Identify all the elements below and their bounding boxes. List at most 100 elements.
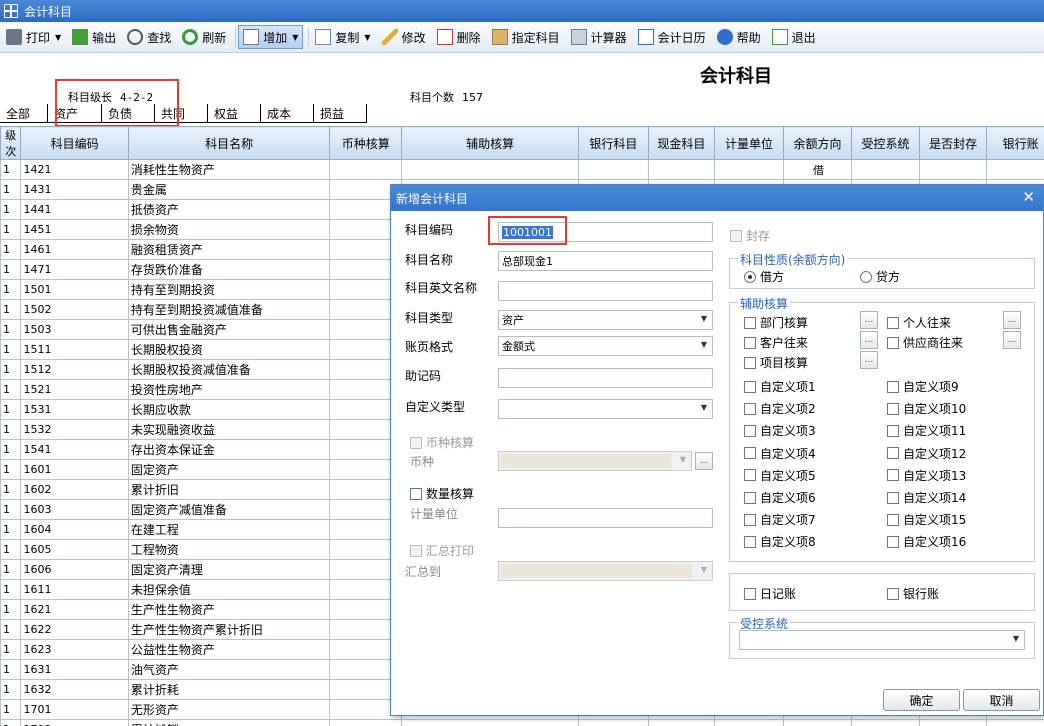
aux-custom-2[interactable]: 自定义项2 bbox=[744, 400, 816, 417]
aux-custom-6[interactable]: 自定义项6 bbox=[744, 489, 816, 506]
toolbar-refresh-button[interactable]: 刷新 bbox=[178, 25, 230, 49]
tab-2[interactable]: 负债 bbox=[102, 104, 155, 123]
type-select[interactable]: 资产 ▼ bbox=[498, 310, 713, 330]
currency-browse-button[interactable]: ... bbox=[695, 452, 713, 470]
mnemonic-field[interactable] bbox=[498, 368, 713, 388]
toolbar-copy-button[interactable]: 复制 ▼ bbox=[311, 25, 374, 49]
toolbar-label: 打印 bbox=[26, 30, 51, 45]
controlled-select[interactable]: ▼ bbox=[739, 630, 1025, 650]
sealed-checkbox[interactable]: 封存 bbox=[730, 227, 770, 244]
aux-custom-16[interactable]: 自定义项16 bbox=[887, 533, 966, 550]
cell-code: 1601 bbox=[20, 459, 129, 480]
toolbar-search-button[interactable]: 查找 bbox=[123, 25, 175, 49]
close-icon[interactable]: ✕ bbox=[1022, 188, 1035, 206]
format-select[interactable]: 金额式 ▼ bbox=[498, 336, 713, 356]
aux-custom-9[interactable]: 自定义项9 bbox=[887, 378, 959, 395]
cell-empty bbox=[986, 159, 1044, 180]
aux-left-top-1[interactable]: 客户往来 bbox=[744, 334, 808, 351]
tab-0[interactable]: 全部 bbox=[0, 104, 48, 123]
chevron-down-icon: ▼ bbox=[700, 314, 707, 323]
aux-left-top-0-browse-button[interactable]: ... bbox=[860, 311, 878, 329]
chevron-down-icon[interactable]: ▼ bbox=[292, 33, 298, 42]
export-icon bbox=[72, 29, 89, 45]
name-field[interactable]: 总部现金1 bbox=[498, 251, 713, 271]
currency-select[interactable]: ▼ bbox=[498, 451, 692, 471]
aux-custom-14[interactable]: 自定义项14 bbox=[887, 489, 966, 506]
quantity-checkbox[interactable]: 数量核算 bbox=[410, 485, 474, 502]
aux-custom-3[interactable]: 自定义项3 bbox=[744, 422, 816, 439]
tab-1[interactable]: 资产 bbox=[48, 104, 102, 123]
unit-field[interactable] bbox=[498, 508, 713, 528]
cell-level: 1 bbox=[0, 299, 22, 320]
cell-name: 公益性生物资产 bbox=[127, 639, 331, 660]
tab-5[interactable]: 成本 bbox=[261, 104, 314, 123]
toolbar-calculator-button[interactable]: 计算器 bbox=[567, 25, 631, 49]
checkbox-box bbox=[744, 491, 756, 504]
table-row[interactable]: 1 1421 消耗性生物资产 借 bbox=[0, 159, 1044, 180]
aux-left-top-2-browse-button[interactable]: ... bbox=[860, 351, 878, 369]
checkbox-box bbox=[744, 469, 756, 482]
toolbar-help-button[interactable]: 帮助 bbox=[713, 25, 765, 49]
subject-count: 科目个数 157 bbox=[410, 89, 483, 105]
aux-right-top-1[interactable]: 供应商往来 bbox=[887, 334, 963, 351]
chevron-down-icon[interactable]: ▼ bbox=[364, 33, 370, 42]
aux-custom-15[interactable]: 自定义项15 bbox=[887, 511, 966, 528]
toolbar-add-button[interactable]: 增加 ▼ bbox=[238, 25, 304, 49]
tab-4[interactable]: 权益 bbox=[208, 104, 261, 123]
summary-to-select[interactable]: ▼ bbox=[498, 561, 713, 581]
tab-6[interactable]: 损益 bbox=[314, 104, 367, 123]
custom-type-select[interactable]: ▼ bbox=[498, 399, 713, 419]
cell-name: 生产性生物资产 bbox=[127, 599, 331, 620]
cell-name: 贵金属 bbox=[127, 179, 331, 200]
toolbar-printer-button[interactable]: 打印 ▼ bbox=[2, 25, 65, 49]
summary-print-checkbox[interactable]: 汇总打印 bbox=[410, 542, 474, 559]
toolbar-label: 复制 bbox=[335, 30, 360, 45]
aux-custom-10[interactable]: 自定义项10 bbox=[887, 400, 966, 417]
checkbox-box bbox=[887, 587, 899, 600]
cell-name: 无形资产 bbox=[127, 699, 331, 720]
aux-right-top-1-browse-button[interactable]: ... bbox=[1003, 331, 1021, 349]
toolbar-export-button[interactable]: 输出 bbox=[68, 25, 120, 49]
nature-group-title: 科目性质(余额方向) bbox=[738, 251, 848, 268]
cell-level: 1 bbox=[0, 599, 22, 620]
ok-button[interactable]: 确定 bbox=[883, 689, 960, 711]
journal-checkbox[interactable]: 日记账 bbox=[744, 585, 796, 602]
aux-custom-1[interactable]: 自定义项1 bbox=[744, 378, 816, 395]
bank-checkbox[interactable]: 银行账 bbox=[887, 585, 939, 602]
toolbar-label: 查找 bbox=[147, 30, 172, 45]
dialog-title: 新增会计科目 bbox=[396, 191, 469, 206]
cell-level: 1 bbox=[0, 219, 22, 240]
aux-left-top-1-browse-button[interactable]: ... bbox=[860, 331, 878, 349]
aux-custom-8[interactable]: 自定义项8 bbox=[744, 533, 816, 550]
tab-3[interactable]: 共同 bbox=[155, 104, 208, 123]
aux-right-top-0-browse-button[interactable]: ... bbox=[1003, 311, 1021, 329]
aux-left-top-0[interactable]: 部门核算 bbox=[744, 314, 808, 331]
toolbar-assign-button[interactable]: 指定科目 bbox=[488, 25, 564, 49]
aux-right-top-0[interactable]: 个人往来 bbox=[887, 314, 951, 331]
en-name-field[interactable] bbox=[498, 281, 713, 301]
toolbar-exit-button[interactable]: 退出 bbox=[768, 25, 820, 49]
toolbar-edit-button[interactable]: 修改 bbox=[378, 25, 430, 49]
aux-custom-7[interactable]: 自定义项7 bbox=[744, 511, 816, 528]
credit-radio[interactable]: 贷方 bbox=[860, 268, 900, 285]
debit-radio[interactable]: 借方 bbox=[744, 268, 784, 285]
code-field[interactable]: 1001001 bbox=[498, 222, 713, 242]
aux-custom-12[interactable]: 自定义项12 bbox=[887, 445, 966, 462]
cell-empty bbox=[986, 719, 1044, 726]
aux-custom-13[interactable]: 自定义项13 bbox=[887, 467, 966, 484]
cell-code: 1521 bbox=[20, 379, 129, 400]
exit-icon bbox=[771, 29, 788, 45]
column-header: 辅助核算 bbox=[401, 126, 580, 160]
aux-custom-4[interactable]: 自定义项4 bbox=[744, 445, 816, 462]
aux-custom-11[interactable]: 自定义项11 bbox=[887, 422, 966, 439]
currency-checkbox[interactable]: 币种核算 bbox=[410, 434, 474, 451]
table-row[interactable]: 11702累计摊销 bbox=[0, 719, 1044, 726]
toolbar-delete-button[interactable]: 删除 bbox=[433, 25, 485, 49]
aux-left-top-2[interactable]: 项目核算 bbox=[744, 354, 808, 371]
chevron-down-icon[interactable]: ▼ bbox=[55, 33, 61, 42]
en-name-label: 科目英文名称 bbox=[405, 281, 478, 295]
toolbar-calendar-button[interactable]: 会计日历 bbox=[634, 25, 710, 49]
cancel-button[interactable]: 取消 bbox=[963, 689, 1040, 711]
aux-custom-5[interactable]: 自定义项5 bbox=[744, 467, 816, 484]
cell-empty bbox=[401, 159, 580, 180]
